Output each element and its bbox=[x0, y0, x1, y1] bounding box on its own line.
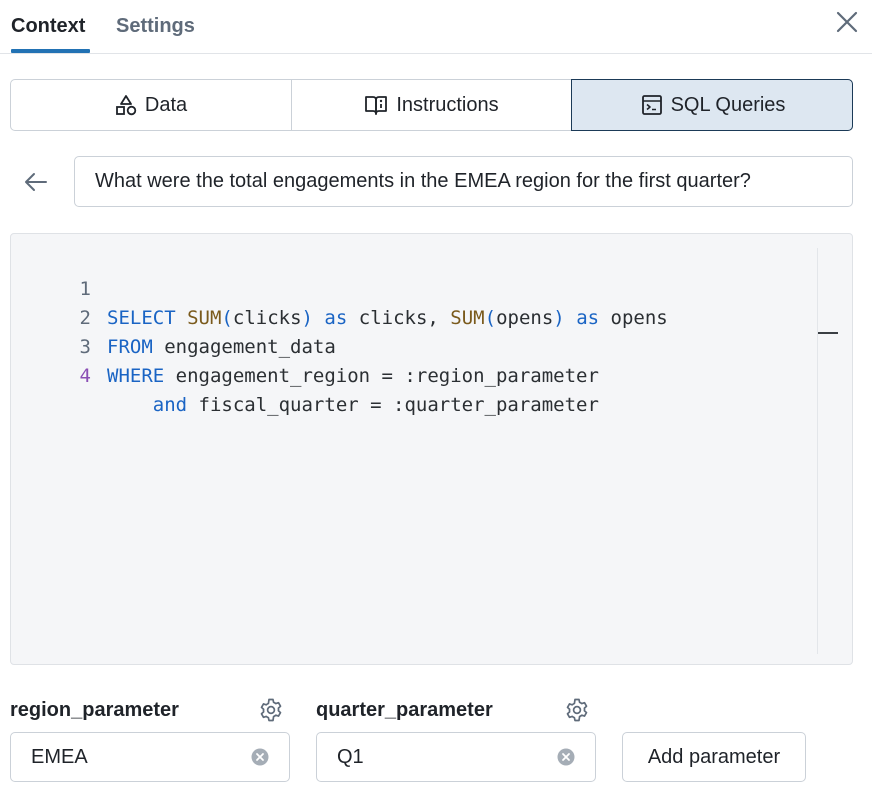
code-line-2: 2 FROM engagement_data bbox=[11, 275, 336, 358]
code-line-1: 1 SELECT SUM(clicks) as clicks, SUM(open… bbox=[11, 246, 668, 329]
region-param-clear-button[interactable] bbox=[251, 748, 269, 766]
param-label-region: region_parameter bbox=[10, 699, 179, 721]
sql-paren: ) bbox=[301, 307, 313, 329]
sql-identifier: clicks, bbox=[358, 307, 439, 329]
param-label-quarter: quarter_parameter bbox=[316, 699, 493, 721]
sql-identifier: opens bbox=[496, 307, 554, 329]
active-tab-indicator bbox=[11, 49, 90, 53]
segment-data-label: Data bbox=[144, 93, 188, 116]
segment-data[interactable]: Data bbox=[11, 80, 292, 130]
region-param-settings-button[interactable] bbox=[258, 697, 284, 723]
tab-settings[interactable]: Settings bbox=[116, 14, 195, 38]
overview-ruler-cursor bbox=[818, 332, 838, 334]
sql-paren: ( bbox=[221, 307, 233, 329]
question-input[interactable]: What were the total engagements in the E… bbox=[74, 156, 853, 207]
clear-circle-icon bbox=[251, 748, 269, 766]
sql-keyword: SELECT bbox=[107, 307, 176, 329]
line-number: 3 bbox=[79, 336, 91, 358]
sql-identifier: engagement_data bbox=[164, 336, 336, 358]
sql-keyword: as bbox=[576, 307, 600, 329]
clear-circle-icon bbox=[557, 748, 575, 766]
code-text: SELECT SUM(clicks) as clicks, SUM(opens)… bbox=[107, 304, 668, 333]
region-param-input[interactable]: EMEA bbox=[10, 732, 290, 782]
arrow-left-icon bbox=[25, 173, 47, 191]
sql-function: SUM bbox=[187, 307, 222, 329]
quarter-param-input[interactable]: Q1 bbox=[316, 732, 596, 782]
close-button[interactable] bbox=[834, 9, 860, 35]
question-text: What were the total engagements in the E… bbox=[95, 170, 751, 192]
sql-identifier: clicks bbox=[232, 307, 302, 329]
sql-identifier: fiscal_quarter = :quarter_parameter bbox=[198, 394, 599, 416]
tab-bar: Context Settings bbox=[0, 0, 872, 54]
sql-paren: ) bbox=[553, 307, 565, 329]
close-icon bbox=[836, 11, 858, 33]
back-button[interactable] bbox=[22, 168, 50, 196]
shapes-icon bbox=[115, 95, 137, 116]
editor-scrollbar[interactable] bbox=[817, 248, 818, 654]
book-icon bbox=[365, 96, 388, 115]
quarter-param-settings-button[interactable] bbox=[564, 697, 590, 723]
sql-paren: ( bbox=[484, 307, 497, 329]
sql-keyword: WHERE bbox=[107, 365, 165, 387]
code-line-4: 4 and fiscal_quarter = :quarter_paramete… bbox=[11, 333, 599, 416]
gear-icon bbox=[566, 698, 588, 722]
line-number: 1 bbox=[79, 278, 91, 300]
context-segmented-control: Data Instructions SQL Queries bbox=[10, 79, 853, 131]
line-number-active: 4 bbox=[79, 365, 91, 387]
quarter-param-clear-button[interactable] bbox=[557, 748, 575, 766]
sql-identifier: opens bbox=[610, 307, 668, 329]
sql-keyword: as bbox=[324, 307, 348, 329]
add-parameter-button[interactable]: Add parameter bbox=[622, 732, 806, 782]
sql-editor[interactable]: 1 SELECT SUM(clicks) as clicks, SUM(open… bbox=[10, 233, 853, 665]
line-number: 2 bbox=[79, 307, 91, 329]
segment-sql-queries-label: SQL Queries bbox=[670, 93, 786, 116]
code-text: WHERE engagement_region = :region_parame… bbox=[107, 362, 599, 391]
segment-instructions-label: Instructions bbox=[396, 93, 499, 116]
sql-keyword: FROM bbox=[107, 336, 153, 358]
segment-instructions[interactable]: Instructions bbox=[292, 80, 572, 130]
region-param-value: EMEA bbox=[31, 745, 88, 768]
code-text: and fiscal_quarter = :quarter_parameter bbox=[107, 391, 599, 420]
terminal-icon bbox=[641, 95, 662, 115]
quarter-param-value: Q1 bbox=[337, 745, 364, 768]
code-line-3: 3 WHERE engagement_region = :region_para… bbox=[11, 304, 599, 387]
tab-context[interactable]: Context bbox=[11, 14, 85, 38]
sql-function: SUM bbox=[450, 307, 485, 329]
segment-sql-queries[interactable]: SQL Queries bbox=[572, 80, 852, 130]
code-text: FROM engagement_data bbox=[107, 333, 336, 362]
sql-identifier: engagement_region = :region_parameter bbox=[175, 365, 599, 387]
sql-keyword: and bbox=[152, 394, 188, 416]
gear-icon bbox=[260, 698, 282, 722]
